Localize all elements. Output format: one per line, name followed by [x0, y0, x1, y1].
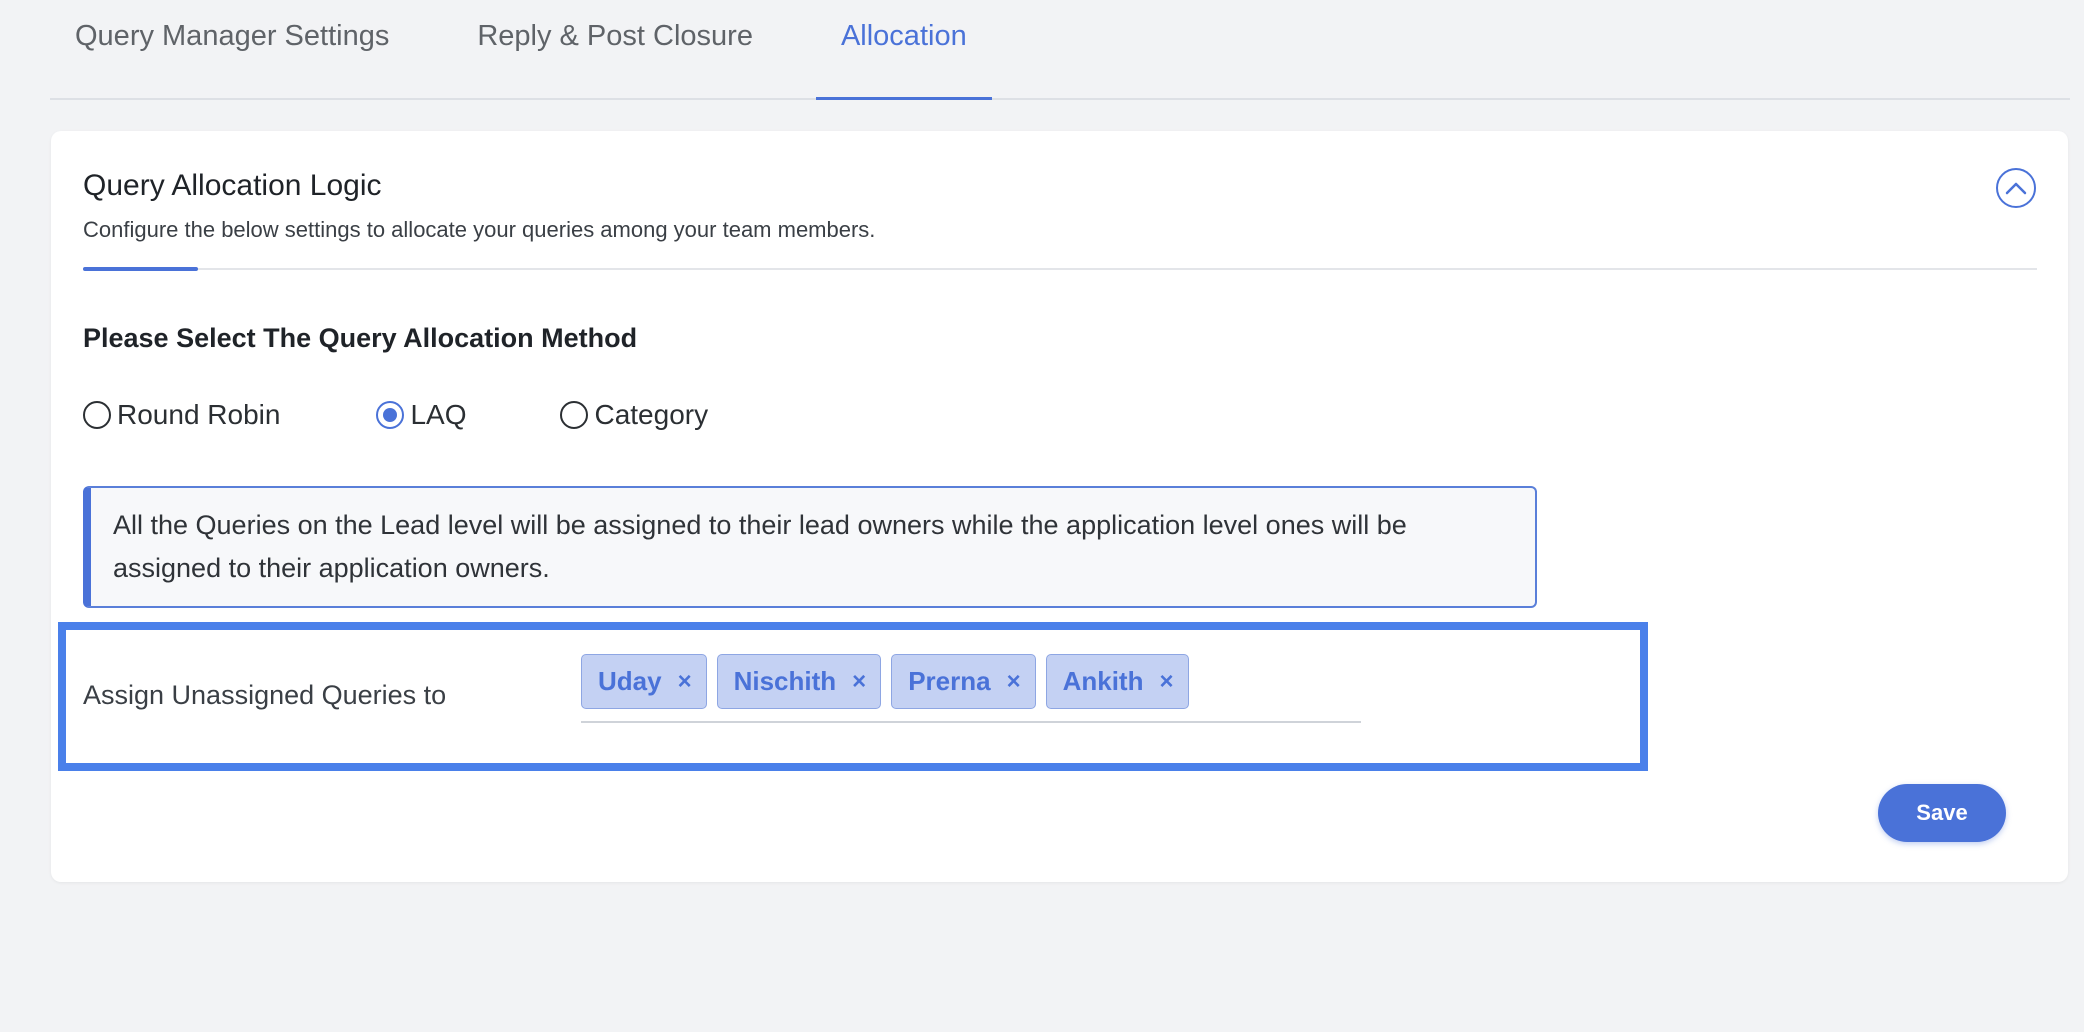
radio-round-robin[interactable]: Round Robin: [83, 399, 280, 431]
assign-unassigned-row: Assign Unassigned Queries to Uday × Nisc…: [58, 622, 1648, 771]
assignee-multiselect[interactable]: Uday × Nischith × Prerna × Ankith ×: [581, 654, 1361, 723]
radio-label: LAQ: [410, 399, 467, 430]
divider: [83, 268, 2037, 270]
allocation-method-radio-group: Round Robin LAQ Category: [83, 399, 804, 431]
radio-circle[interactable]: [560, 401, 589, 429]
assignee-chip-prerna: Prerna ×: [891, 654, 1036, 709]
radio-category[interactable]: Category: [560, 399, 708, 431]
chip-label: Ankith: [1062, 666, 1144, 696]
close-icon[interactable]: ×: [1159, 669, 1173, 694]
assignee-chip-uday: Uday ×: [581, 654, 707, 709]
card-subtitle: Configure the below settings to allocate…: [83, 217, 876, 242]
close-icon[interactable]: ×: [678, 669, 692, 694]
chip-label: Prerna: [908, 666, 991, 696]
tab-reply-post-closure[interactable]: Reply & Post Closure: [452, 0, 778, 98]
tab-query-manager-settings[interactable]: Query Manager Settings: [50, 0, 414, 98]
tab-label: Allocation: [840, 19, 967, 52]
close-icon[interactable]: ×: [852, 669, 866, 694]
radio-circle[interactable]: [376, 401, 405, 429]
close-icon[interactable]: ×: [1007, 669, 1021, 694]
allocation-info-box: All the Queries on the Lead level will b…: [83, 486, 1537, 608]
tab-allocation[interactable]: Allocation: [815, 0, 992, 100]
card-title: Query Allocation Logic: [83, 169, 382, 202]
radio-circle[interactable]: [83, 401, 111, 429]
divider-accent: [83, 267, 198, 271]
query-allocation-card: Query Allocation Logic Configure the bel…: [51, 131, 2068, 882]
assign-unassigned-label: Assign Unassigned Queries to: [83, 680, 447, 710]
assignee-chip-ankith: Ankith ×: [1045, 654, 1189, 709]
radio-label: Category: [594, 399, 709, 430]
assignee-chip-nischith: Nischith ×: [716, 654, 882, 709]
radio-laq[interactable]: LAQ: [376, 399, 466, 431]
tab-bar: Query Manager Settings Reply & Post Clos…: [50, 0, 2070, 100]
chip-label: Uday: [598, 666, 662, 696]
chevron-up-icon: [2005, 182, 2027, 195]
tab-label: Reply & Post Closure: [477, 19, 753, 52]
radio-label: Round Robin: [117, 399, 281, 430]
page: Query Manager Settings Reply & Post Clos…: [0, 0, 2084, 1032]
save-button[interactable]: Save: [1878, 784, 2006, 842]
chip-label: Nischith: [733, 666, 837, 696]
tab-label: Query Manager Settings: [75, 19, 390, 52]
allocation-method-label: Please Select The Query Allocation Metho…: [83, 323, 638, 353]
collapse-button[interactable]: [1996, 168, 2036, 208]
